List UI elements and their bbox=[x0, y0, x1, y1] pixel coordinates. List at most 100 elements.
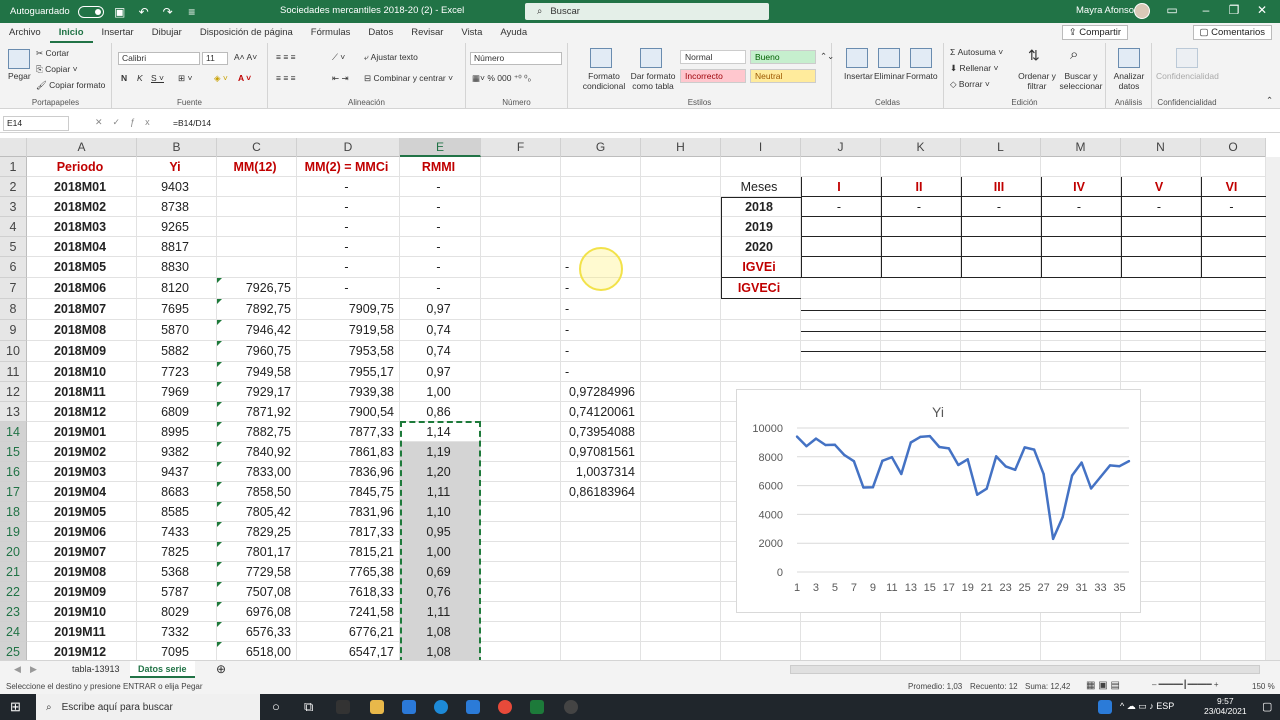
cell-g[interactable]: - bbox=[561, 341, 637, 362]
cell-rmmi[interactable]: - bbox=[400, 177, 477, 197]
cell-rmmi[interactable]: 0,95 bbox=[400, 522, 477, 542]
row-header[interactable]: 7 bbox=[0, 278, 27, 299]
month-header[interactable]: VI bbox=[1201, 177, 1262, 197]
comments-button[interactable]: ▢ Comentarios bbox=[1192, 25, 1272, 40]
month-header[interactable]: I bbox=[801, 177, 877, 197]
font-color-icon[interactable]: A ˅ bbox=[238, 73, 251, 83]
align-left-icon[interactable]: ≡ ≡ ≡ bbox=[276, 73, 296, 83]
sheet-tab-datos-serie[interactable]: Datos serie bbox=[130, 661, 195, 678]
cell-mm2[interactable]: 7618,33 bbox=[297, 582, 396, 602]
format-cells-icon[interactable] bbox=[910, 48, 932, 68]
app-icon-dark[interactable] bbox=[336, 700, 350, 714]
cell-yi[interactable]: 7825 bbox=[137, 542, 213, 562]
col-header-d[interactable]: D bbox=[297, 138, 400, 157]
cell-rmmi[interactable]: 0,76 bbox=[400, 582, 477, 602]
row-header[interactable]: 13 bbox=[0, 402, 27, 422]
cell-yi[interactable]: 7695 bbox=[137, 299, 213, 320]
seasonal-2018-value[interactable]: - bbox=[801, 197, 877, 217]
row-header[interactable]: 1 bbox=[0, 157, 27, 177]
cell-periodo[interactable]: 2018M09 bbox=[27, 341, 133, 362]
month-header[interactable]: IV bbox=[1041, 177, 1117, 197]
cell-yi[interactable]: 8817 bbox=[137, 237, 213, 257]
cell-mm2[interactable]: - bbox=[297, 177, 396, 197]
cell-rmmi[interactable]: 0,69 bbox=[400, 562, 477, 582]
number-format-select[interactable]: Número bbox=[470, 52, 562, 65]
cell-mm12[interactable]: 7801,17 bbox=[217, 542, 293, 562]
cell-periodo[interactable]: 2018M02 bbox=[27, 197, 133, 217]
cell-periodo[interactable]: 2018M07 bbox=[27, 299, 133, 320]
row-header[interactable]: 11 bbox=[0, 362, 27, 382]
cell-mm2[interactable]: 7900,54 bbox=[297, 402, 396, 422]
cut-button[interactable]: ✂ Cortar bbox=[36, 48, 69, 59]
cell-mm2[interactable]: - bbox=[297, 278, 396, 299]
user-name[interactable]: Mayra Afonso bbox=[1076, 5, 1134, 16]
cell-mm12[interactable]: 7929,17 bbox=[217, 382, 293, 402]
row-header[interactable]: 9 bbox=[0, 320, 27, 341]
cell-periodo[interactable]: 2018M06 bbox=[27, 278, 133, 299]
seasonal-2018-value[interactable]: - bbox=[1121, 197, 1197, 217]
clear-button[interactable]: ◇ Borrar ˅ bbox=[950, 79, 990, 90]
col-header-e[interactable]: E bbox=[400, 138, 481, 157]
cell-mm2[interactable]: - bbox=[297, 197, 396, 217]
delete-cells-icon[interactable] bbox=[878, 48, 900, 68]
conditional-format-icon[interactable] bbox=[590, 48, 612, 68]
avatar[interactable] bbox=[1134, 3, 1150, 19]
row-header[interactable]: 19 bbox=[0, 522, 27, 542]
cell-rmmi[interactable]: 1,11 bbox=[400, 602, 477, 622]
row-header[interactable]: 4 bbox=[0, 217, 27, 237]
save-icon[interactable]: ▣ bbox=[112, 5, 128, 19]
horizontal-scrollbar[interactable] bbox=[790, 665, 1260, 674]
normal-view-icon[interactable]: ▦ ▣ ▤ bbox=[1086, 680, 1120, 691]
cell-rmmi[interactable]: - bbox=[400, 217, 477, 237]
cell-rmmi[interactable]: 1,08 bbox=[400, 642, 477, 660]
notification-icon[interactable]: ▢ bbox=[1262, 700, 1272, 713]
cell-periodo[interactable]: 2019M07 bbox=[27, 542, 133, 562]
cell-mm12[interactable]: 7805,42 bbox=[217, 502, 293, 522]
cell-mm12[interactable]: 7892,75 bbox=[217, 299, 293, 320]
cell-periodo[interactable]: 2018M11 bbox=[27, 382, 133, 402]
app-circle-icon[interactable] bbox=[564, 700, 578, 714]
cell-yi[interactable]: 5368 bbox=[137, 562, 213, 582]
cell-periodo[interactable]: 2018M08 bbox=[27, 320, 133, 341]
cell-rmmi[interactable]: - bbox=[400, 257, 477, 278]
seasonal-row-label[interactable]: IGVECi bbox=[721, 278, 797, 299]
tab-formulas[interactable]: Fórmulas bbox=[302, 23, 360, 43]
cell-rmmi[interactable]: 0,97 bbox=[400, 299, 477, 320]
seasonal-2018-value[interactable]: - bbox=[881, 197, 957, 217]
accounting-icon[interactable]: ▦˅ % 000 ⁺⁰ ⁰₀ bbox=[472, 73, 531, 84]
col-header-j[interactable]: J bbox=[801, 138, 881, 157]
font-name-select[interactable]: Calibri bbox=[118, 52, 200, 65]
col-header-h[interactable]: H bbox=[641, 138, 721, 157]
font-grow-icon[interactable]: A˄ A˅ bbox=[234, 52, 257, 62]
add-sheet-icon[interactable]: ⊕ bbox=[208, 661, 234, 678]
minimize-icon[interactable]: – bbox=[1196, 3, 1216, 17]
cell-mm2[interactable]: 7919,58 bbox=[297, 320, 396, 341]
cell-yi[interactable]: 7433 bbox=[137, 522, 213, 542]
row-header[interactable]: 14 bbox=[0, 422, 27, 442]
customize-qat-icon[interactable]: ≡ bbox=[184, 5, 200, 19]
cell-rmmi[interactable]: 1,19 bbox=[400, 442, 477, 462]
cell-mm2[interactable]: - bbox=[297, 257, 396, 278]
cell-rmmi[interactable]: 0,86 bbox=[400, 402, 477, 422]
cell-yi[interactable]: 8830 bbox=[137, 257, 213, 278]
cell-periodo[interactable]: 2018M03 bbox=[27, 217, 133, 237]
cell-periodo[interactable]: 2018M10 bbox=[27, 362, 133, 382]
row-header[interactable]: 24 bbox=[0, 622, 27, 642]
style-good[interactable]: Bueno bbox=[750, 50, 816, 64]
fill-button[interactable]: ⬇ Rellenar ˅ bbox=[950, 63, 998, 74]
cell-periodo[interactable]: 2018M12 bbox=[27, 402, 133, 422]
row-header[interactable]: 6 bbox=[0, 257, 27, 278]
bold-button[interactable]: N bbox=[121, 73, 127, 83]
seasonal-2018-value[interactable]: - bbox=[961, 197, 1037, 217]
cell-mm12[interactable]: 6976,08 bbox=[217, 602, 293, 622]
format-painter-button[interactable]: 🖌 Copiar formato bbox=[36, 80, 105, 91]
formula-input[interactable]: =B14/D14 bbox=[173, 118, 211, 128]
row-header[interactable]: 8 bbox=[0, 299, 27, 320]
cell-mm2[interactable]: - bbox=[297, 237, 396, 257]
cell-rmmi[interactable]: 1,00 bbox=[400, 382, 477, 402]
cell-mm2[interactable]: 7765,38 bbox=[297, 562, 396, 582]
cell-periodo[interactable]: 2019M11 bbox=[27, 622, 133, 642]
row-header[interactable]: 18 bbox=[0, 502, 27, 522]
cell-periodo[interactable]: 2019M10 bbox=[27, 602, 133, 622]
cell-periodo[interactable]: 2019M12 bbox=[27, 642, 133, 660]
